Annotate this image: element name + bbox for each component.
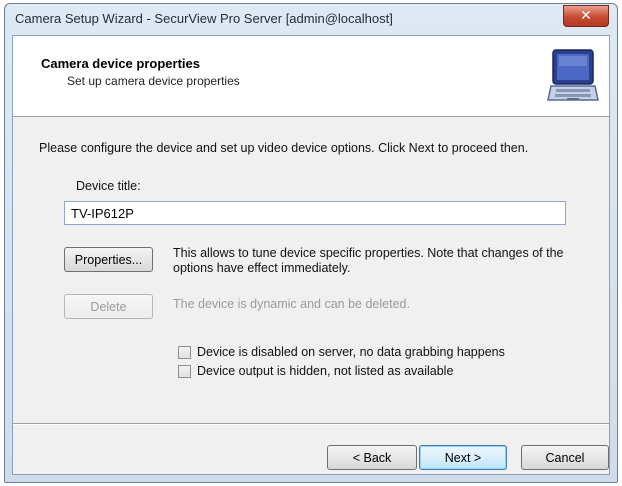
disabled-checkbox-row[interactable]: Device is disabled on server, no data gr… [178,345,505,359]
hidden-checkbox-label[interactable]: Device output is hidden, not listed as a… [197,364,453,378]
page-subtitle: Set up camera device properties [67,74,240,88]
cancel-button[interactable]: Cancel [521,445,609,470]
device-title-input[interactable] [64,201,566,225]
laptop-icon [547,49,599,101]
disabled-checkbox[interactable] [178,345,191,359]
close-icon: ✕ [580,8,592,24]
disabled-checkbox-label[interactable]: Device is disabled on server, no data gr… [197,345,505,359]
close-button[interactable]: ✕ [563,5,609,27]
hidden-checkbox-row[interactable]: Device output is hidden, not listed as a… [178,364,453,378]
page-title: Camera device properties [41,56,200,71]
delete-description: The device is dynamic and can be deleted… [173,297,410,311]
properties-description: This allows to tune device specific prop… [173,246,564,275]
wizard-window: Camera Setup Wizard - SecurView Pro Serv… [4,3,618,483]
footer-separator [13,423,609,425]
next-button[interactable]: Next > [419,445,507,470]
instructions-text: Please configure the device and set up v… [39,141,529,155]
hidden-checkbox[interactable] [178,364,191,378]
window-title: Camera Setup Wizard - SecurView Pro Serv… [15,11,393,26]
properties-button[interactable]: Properties... [64,247,153,272]
title-bar[interactable]: Camera Setup Wizard - SecurView Pro Serv… [5,4,617,34]
back-button[interactable]: < Back [327,445,417,470]
wizard-client-area: Camera device properties Set up camera d… [12,35,610,475]
device-title-label: Device title: [76,179,141,193]
delete-button[interactable]: Delete [64,294,153,319]
wizard-header: Camera device properties Set up camera d… [13,36,609,117]
